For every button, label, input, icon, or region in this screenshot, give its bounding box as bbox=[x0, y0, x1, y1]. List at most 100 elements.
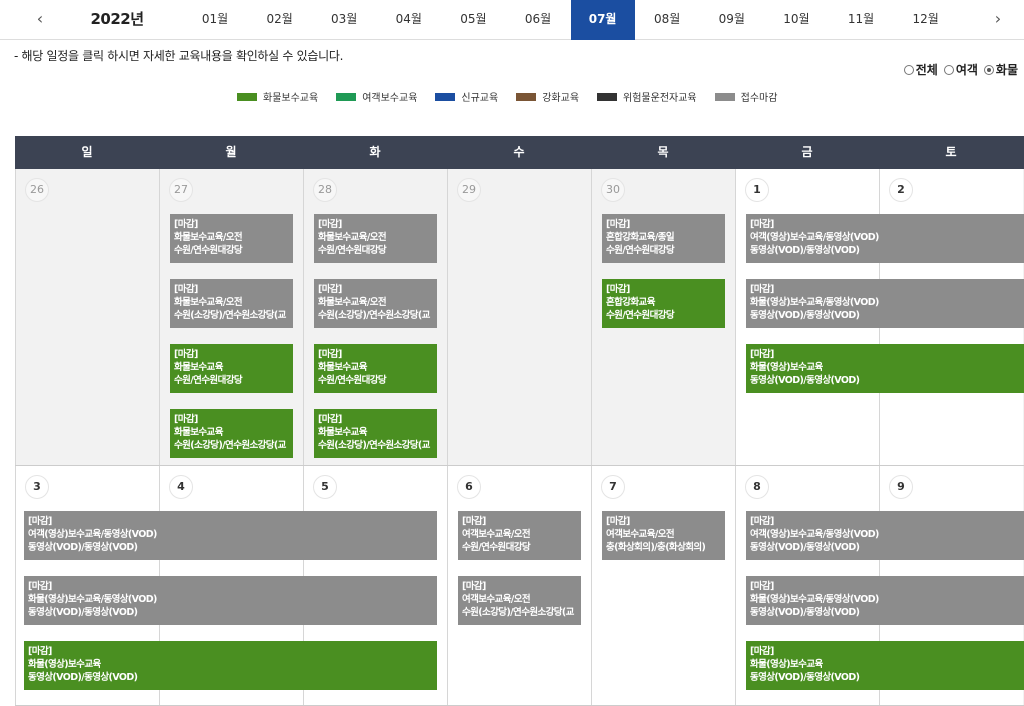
month-tab-8[interactable]: 08월 bbox=[635, 0, 699, 40]
calendar-event[interactable]: [마감] 여객보수교육/오전충(화상회의)/충(화상회의) bbox=[602, 511, 725, 560]
weekday-header: 일월화수목금토 bbox=[15, 136, 1024, 169]
legend-label: 위험물운전자교육 bbox=[623, 93, 697, 104]
calendar-event[interactable]: [마감] 여객보수교육/오전수원/연수원대강당 bbox=[458, 511, 581, 560]
legend-label: 화물보수교육 bbox=[263, 93, 319, 104]
event-text-line: [마감] bbox=[174, 349, 198, 360]
weekday-header-cell: 금 bbox=[801, 145, 813, 159]
calendar: 일월화수목금토 26 27 28 29 30 1 2 [마감] 화물보수교육/오전 수원/연수원대… bbox=[15, 136, 1024, 706]
event-text-line: 동영상(VOD)/동영상(VOD) bbox=[28, 607, 138, 618]
event-text-line: 동영상(VOD)/동영상(VOD) bbox=[750, 607, 860, 618]
event-text-line: 화물보수교육/오전 bbox=[174, 232, 243, 243]
legend-item: 신규교육 bbox=[435, 89, 498, 104]
event-text-line: 동영상(VOD)/동영상(VOD) bbox=[750, 310, 860, 321]
event-text-line: 동영상(VOD)/동영상(VOD) bbox=[750, 245, 860, 256]
calendar-event[interactable]: [마감] 혼합강화교육/종일 수원/연수원대강당 bbox=[602, 214, 725, 263]
calendar-event[interactable]: [마감] 화물보수교육/오전 수원(소강당)/연수원소강당(교 bbox=[170, 279, 293, 328]
calendar-event[interactable]: [마감] 화물(영상)보수교육 동영상(VOD)/동영상(VOD) bbox=[746, 344, 1024, 393]
weekday-header-cell: 토 bbox=[945, 145, 957, 159]
month-tab-5[interactable]: 05월 bbox=[441, 0, 505, 40]
calendar-event[interactable]: [마감] 여객(영상)보수교육/동영상(VOD) 동영상(VOD)/동영상(VOD) bbox=[746, 214, 1024, 263]
month-tab-6[interactable]: 06월 bbox=[506, 0, 570, 40]
event-text-line: 수원/연수원대강당 bbox=[606, 310, 675, 321]
event-text-line: [마감] bbox=[750, 646, 774, 657]
next-year-arrow-icon[interactable]: › bbox=[983, 0, 1013, 40]
day-number: 8 bbox=[745, 475, 769, 499]
calendar-event[interactable]: [마감] 화물보수교육/오전수원/연수원대강당 bbox=[170, 214, 293, 263]
calendar-event[interactable]: [마감] 화물(영상)보수교육 동영상(VOD)/동영상(VOD) bbox=[746, 641, 1024, 690]
calendar-week: 3 4 5 6 7 8 9 [마감] 여객(영상)보수교육/동영상(VOD) 동영상(VOD)/동… bbox=[15, 466, 1024, 706]
calendar-event[interactable]: [마감] 화물(영상)보수교육/동영상(VOD) 동영상(VOD)/동영상(VOD) bbox=[746, 576, 1024, 625]
month-tab-9[interactable]: 09월 bbox=[700, 0, 764, 40]
calendar-event[interactable]: [마감] 화물보수교육 수원(소강당)/연수원소강당(교 bbox=[314, 409, 437, 458]
calendar-event[interactable]: [마감] 여객보수교육/오전 수원(소강당)/연수원소강당(교 bbox=[458, 576, 581, 625]
legend-item: 화물보수교육 bbox=[237, 89, 318, 104]
event-text-line: 화물보수교육 bbox=[318, 362, 367, 373]
event-text-line: 수원(소강당)/연수원소강당(교 bbox=[318, 310, 430, 321]
calendar-event[interactable]: [마감] 여객(영상)보수교육/동영상(VOD) 동영상(VOD)/동영상(VOD) bbox=[24, 511, 437, 560]
event-text-line: 화물보수교육 bbox=[174, 427, 223, 438]
radio-icon[interactable] bbox=[943, 65, 954, 75]
calendar-event[interactable]: [마감] 화물보수교육/오전 수원/연수원대강당 bbox=[314, 214, 437, 263]
event-text-line: 여객보수교육/오전 bbox=[462, 529, 531, 540]
month-tab-7[interactable]: 07월 bbox=[570, 0, 635, 40]
event-text-line: 화물(영상)보수교육/동영상(VOD) bbox=[750, 594, 879, 605]
event-text-line: 수원/연수원대강당 bbox=[462, 542, 531, 553]
day-number: 6 bbox=[457, 475, 481, 499]
filter-option[interactable]: 화물 bbox=[983, 61, 1018, 78]
filter-option-label: 화물 bbox=[995, 63, 1018, 77]
event-text-line: [마감] bbox=[174, 219, 198, 230]
month-tab-12[interactable]: 12월 bbox=[894, 0, 958, 40]
calendar-event[interactable]: [마감] 화물(영상)보수교육 동영상(VOD)/동영상(VOD) bbox=[24, 641, 437, 690]
legend-label: 접수마감 bbox=[740, 93, 778, 104]
weekday-header-cell: 일 bbox=[81, 145, 93, 159]
month-tab-11[interactable]: 11월 bbox=[829, 0, 893, 40]
event-text-line: [마감] bbox=[462, 516, 486, 527]
month-navigation-bar: ‹ 2022년 01월 02월 03월 04월 05월 06월 07월 08월 09월 10월 11… bbox=[0, 0, 1024, 40]
event-text-line: 화물보수교육/오전 bbox=[318, 232, 387, 243]
calendar-event[interactable]: [마감] 혼합강화교육 수원/연수원대강당 bbox=[602, 279, 725, 328]
legend-label: 여객보수교육 bbox=[362, 93, 418, 104]
calendar-event[interactable]: [마감] 여객(영상)보수교육/동영상(VOD) 동영상(VOD)/동영상(VOD) bbox=[746, 511, 1024, 560]
event-text-line: 충(화상회의)/충(화상회의) bbox=[606, 542, 706, 553]
radio-icon[interactable] bbox=[983, 65, 994, 75]
weekday-header-cell: 월 bbox=[225, 145, 237, 159]
filter-option-label: 전체 bbox=[915, 63, 938, 77]
event-text-line: [마감] bbox=[28, 581, 52, 592]
event-text-line: [마감] bbox=[606, 516, 630, 527]
day-number: 28 bbox=[313, 178, 337, 202]
day-number: 9 bbox=[889, 475, 913, 499]
event-text-line: 화물보수교육/오전 bbox=[318, 297, 387, 308]
day-number: 1 bbox=[745, 178, 769, 202]
event-text-line: 수원/연수원대강당 bbox=[174, 375, 243, 386]
month-tab-1[interactable]: 01월 bbox=[183, 0, 247, 40]
month-tab-10[interactable]: 10월 bbox=[764, 0, 828, 40]
month-tab-2[interactable]: 02월 bbox=[248, 0, 312, 40]
event-text-line: 동영상(VOD)/동영상(VOD) bbox=[28, 672, 138, 683]
day-cell: 26 bbox=[15, 169, 159, 465]
event-text-line: 화물(영상)보수교육 bbox=[750, 362, 823, 373]
filter-option[interactable]: 전체 bbox=[903, 61, 938, 78]
month-tab-4[interactable]: 04월 bbox=[377, 0, 441, 40]
prev-year-arrow-icon[interactable]: ‹ bbox=[25, 0, 55, 40]
legend-item: 여객보수교육 bbox=[336, 89, 417, 104]
event-text-line: [마감] bbox=[750, 516, 774, 527]
event-text-line: 여객보수교육/오전 bbox=[462, 594, 531, 605]
event-text-line: 수원/연수원대강당 bbox=[318, 375, 387, 386]
radio-icon[interactable] bbox=[903, 65, 914, 75]
calendar-event[interactable]: [마감] 화물(영상)보수교육/동영상(VOD) 동영상(VOD)/동영상(VOD) bbox=[24, 576, 437, 625]
event-text-line: 화물(영상)보수교육 bbox=[28, 659, 101, 670]
event-text-line: [마감] bbox=[750, 284, 774, 295]
calendar-event[interactable]: [마감] 화물보수교육 수원(소강당)/연수원소강당(교 bbox=[170, 409, 293, 458]
legend-item: 접수마감 bbox=[714, 89, 778, 104]
calendar-event[interactable]: [마감] 화물(영상)보수교육/동영상(VOD) 동영상(VOD)/동영상(VOD) bbox=[746, 279, 1024, 328]
event-text-line: [마감] bbox=[318, 284, 342, 295]
calendar-event[interactable]: [마감] 화물보수교육 수원/연수원대강당 bbox=[170, 344, 293, 393]
month-tab-3[interactable]: 03월 bbox=[312, 0, 376, 40]
filter-option[interactable]: 여객 bbox=[943, 61, 978, 78]
calendar-event[interactable]: [마감] 화물보수교육/오전수원(소강당)/연수원소강당(교 bbox=[314, 279, 437, 328]
event-text-line: 화물(영상)보수교육/동영상(VOD) bbox=[28, 594, 157, 605]
event-text-line: [마감] bbox=[462, 581, 486, 592]
event-text-line: 여객보수교육/오전 bbox=[606, 529, 675, 540]
calendar-event[interactable]: [마감] 화물보수교육 수원/연수원대강당 bbox=[314, 344, 437, 393]
event-text-line: 수원/연수원대강당 bbox=[174, 245, 243, 256]
